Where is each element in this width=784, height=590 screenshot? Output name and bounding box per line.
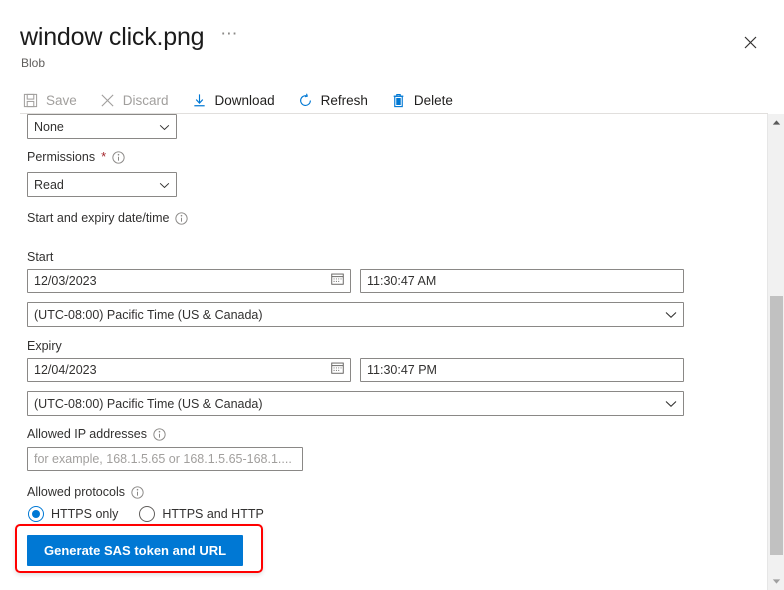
- info-icon[interactable]: [175, 211, 189, 225]
- scroll-up-button[interactable]: [768, 114, 784, 131]
- allowed-protocols-radio-group: HTTPS only HTTPS and HTTP: [28, 506, 264, 522]
- close-icon: [744, 36, 756, 48]
- radio-indicator: [28, 506, 44, 522]
- permissions-select[interactable]: Read: [27, 172, 177, 197]
- refresh-button[interactable]: Refresh: [295, 86, 377, 114]
- scroll-down-arrow-icon: [772, 579, 780, 584]
- vertical-scrollbar[interactable]: [767, 114, 784, 590]
- generate-sas-button[interactable]: Generate SAS token and URL: [27, 535, 244, 566]
- radio-indicator: [139, 506, 156, 522]
- allowed-ip-label-group: Allowed IP addresses: [27, 427, 166, 441]
- allowed-protocols-label: Allowed protocols: [27, 485, 125, 499]
- title-row: window click.png ⋯: [20, 22, 245, 52]
- panel-header: window click.png ⋯ Blob: [0, 0, 784, 85]
- start-time-input[interactable]: [360, 269, 684, 293]
- info-icon[interactable]: [112, 150, 125, 164]
- scroll-down-button[interactable]: [768, 573, 784, 590]
- blob-sas-panel: window click.png ⋯ Blob Save Discard Dow…: [0, 0, 784, 590]
- scroll-up-arrow-icon: [772, 120, 780, 125]
- download-button[interactable]: Download: [189, 86, 284, 114]
- clipped-select-wrapper: None: [27, 114, 177, 139]
- discard-label: Discard: [122, 92, 169, 108]
- start-timezone-wrapper: (UTC-08:00) Pacific Time (US & Canada): [27, 302, 684, 327]
- expiry-timezone-select[interactable]: (UTC-08:00) Pacific Time (US & Canada): [27, 391, 684, 416]
- delete-icon: [390, 92, 407, 109]
- radio-https-only-label: HTTPS only: [51, 507, 119, 521]
- info-icon[interactable]: [131, 485, 144, 499]
- form-scroll-area: None Permissions * Read Start and expiry…: [0, 114, 767, 590]
- expiry-timezone-wrapper: (UTC-08:00) Pacific Time (US & Canada): [27, 391, 684, 416]
- radio-https-and-http-label: HTTPS and HTTP: [162, 507, 264, 521]
- allowed-ip-input[interactable]: [27, 447, 303, 471]
- allowed-ip-label: Allowed IP addresses: [27, 427, 147, 441]
- radio-https-only[interactable]: HTTPS only: [28, 506, 118, 522]
- discard-icon: [99, 92, 116, 109]
- download-label: Download: [214, 92, 275, 108]
- required-marker: *: [101, 149, 107, 164]
- expiry-date-input[interactable]: [27, 358, 351, 382]
- start-date-input[interactable]: [27, 269, 351, 293]
- permissions-label: Permissions: [27, 150, 96, 164]
- refresh-label: Refresh: [320, 92, 368, 108]
- delete-label: Delete: [413, 92, 453, 108]
- expiry-label: Expiry: [27, 339, 62, 353]
- scrollbar-thumb[interactable]: [770, 296, 783, 555]
- allowed-protocols-label-group: Allowed protocols: [27, 485, 144, 499]
- delete-button[interactable]: Delete: [388, 86, 462, 114]
- start-label: Start: [27, 250, 54, 264]
- more-options-icon[interactable]: ⋯: [214, 25, 245, 49]
- expiry-datetime-row: [27, 358, 684, 382]
- save-button[interactable]: Save: [20, 86, 86, 114]
- save-label: Save: [46, 92, 77, 108]
- radio-https-and-http[interactable]: HTTPS and HTTP: [139, 506, 264, 522]
- info-icon[interactable]: [153, 427, 166, 441]
- date-section-label: Start and expiry date/time: [27, 211, 170, 225]
- resource-type-label: Blob: [21, 56, 46, 70]
- permissions-label-group: Permissions *: [27, 150, 125, 164]
- refresh-icon: [297, 92, 314, 109]
- expiry-time-input[interactable]: [360, 358, 684, 382]
- start-datetime-row: [27, 269, 684, 293]
- start-timezone-select[interactable]: (UTC-08:00) Pacific Time (US & Canada): [27, 302, 684, 327]
- save-icon: [22, 92, 39, 109]
- command-bar: Save Discard Download Refresh Delete: [0, 86, 784, 114]
- stored-access-policy-select[interactable]: None: [27, 114, 177, 139]
- permissions-select-wrapper: Read: [27, 172, 177, 197]
- date-section-label-group: Start and expiry date/time: [27, 211, 189, 225]
- page-title: window click.png: [20, 23, 205, 51]
- download-icon: [191, 92, 208, 109]
- close-button[interactable]: [738, 30, 762, 54]
- discard-button[interactable]: Discard: [97, 86, 178, 114]
